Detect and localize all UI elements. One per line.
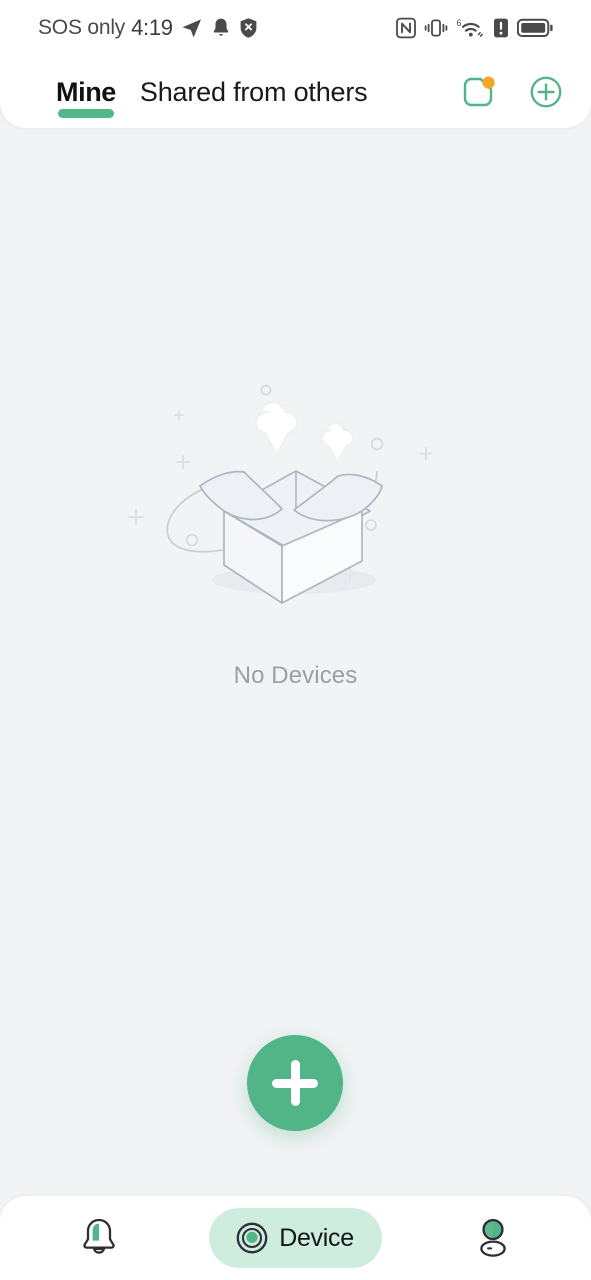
carrier-label: SOS only — [38, 16, 126, 39]
nfc-icon — [396, 17, 416, 39]
add-device-fab[interactable] — [247, 1035, 343, 1131]
empty-state-message: No Devices — [233, 662, 358, 689]
send-icon — [180, 16, 204, 40]
tab-mine[interactable]: Mine — [56, 76, 116, 118]
battery-icon — [517, 18, 553, 38]
notification-badge-dot — [482, 76, 495, 89]
header-card: SOS only 4:19 6 Mine Shared from others — [0, 0, 591, 128]
header-actions — [455, 69, 569, 115]
tab-active-indicator — [57, 108, 114, 118]
nav-device-pill: Device — [209, 1208, 382, 1268]
plus-icon-vertical — [290, 1060, 300, 1106]
profile-icon — [479, 1218, 506, 1257]
add-device-header-button[interactable] — [523, 69, 569, 115]
bottom-navigation: Device — [0, 1196, 591, 1280]
wifi-6-icon: 6 — [456, 17, 485, 40]
nav-item-alerts[interactable] — [0, 1196, 197, 1280]
nav-item-profile[interactable] — [394, 1196, 591, 1280]
files-icon — [463, 76, 495, 107]
app-screen: SOS only 4:19 6 Mine Shared from others … — [0, 0, 591, 1280]
vibrate-icon — [424, 17, 448, 39]
bell-icon — [82, 1218, 115, 1254]
status-bar-right: 6 — [396, 17, 567, 40]
tab-mine-label: Mine — [56, 76, 116, 107]
clock-label: 4:19 — [131, 15, 173, 40]
status-bar: SOS only 4:19 6 — [0, 0, 591, 56]
empty-box-illustration — [127, 384, 432, 604]
alert-icon — [493, 17, 509, 39]
files-button[interactable] — [455, 69, 501, 115]
camera-lens-icon — [236, 1222, 268, 1254]
status-bar-left: SOS only 4:19 — [38, 15, 259, 41]
tab-bar: Mine Shared from others — [0, 56, 591, 128]
bell-icon — [211, 17, 231, 39]
tab-shared-label: Shared from others — [139, 76, 368, 107]
nav-item-device[interactable]: Device — [197, 1196, 394, 1280]
add-circle-icon — [530, 76, 562, 108]
nav-device-label: Device — [279, 1223, 354, 1252]
wifi-generation-label: 6 — [457, 18, 462, 28]
tab-shared-from-others[interactable]: Shared from others — [140, 77, 368, 108]
shield-off-icon — [238, 17, 259, 39]
empty-state: No Devices — [0, 368, 591, 690]
